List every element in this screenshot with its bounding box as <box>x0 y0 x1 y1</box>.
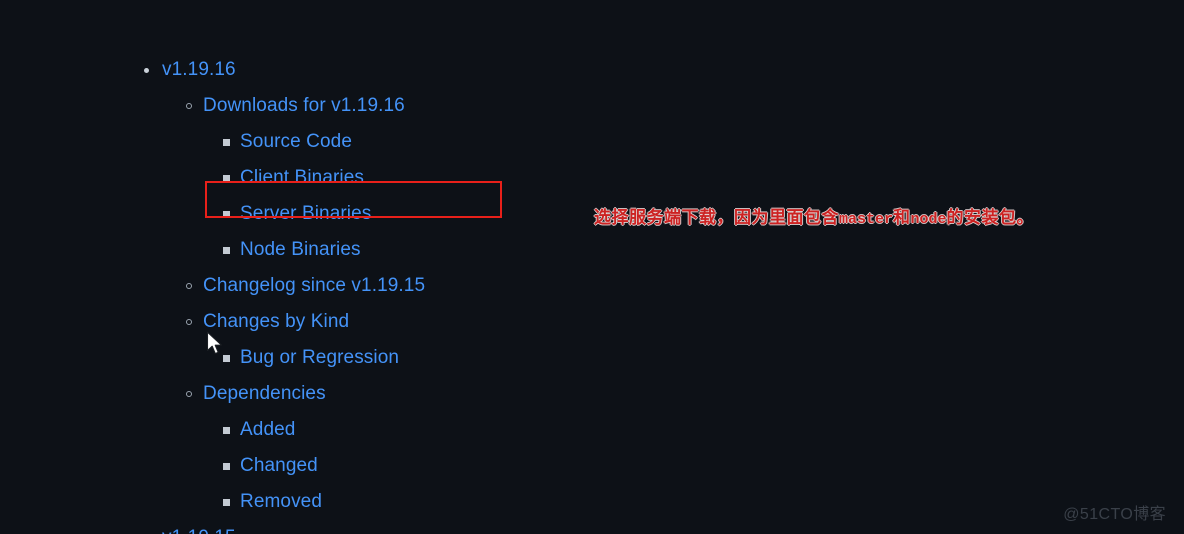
toc-item-removed[interactable]: Removed <box>0 484 560 520</box>
toc-item-label: Source Code <box>240 131 353 152</box>
toc-item-node-binaries[interactable]: Node Binaries <box>0 232 560 268</box>
circle-bullet-icon <box>186 319 192 325</box>
watermark: @51CTO博客 <box>1063 506 1166 523</box>
toc-item-label: v1.19.16 <box>162 59 236 80</box>
toc-item-bug-or-regression[interactable]: Bug or Regression <box>0 340 560 376</box>
square-bullet-icon <box>223 355 230 362</box>
square-bullet-icon <box>223 463 230 470</box>
annotation-part-2: 和 <box>893 208 911 227</box>
square-bullet-icon <box>223 247 230 254</box>
annotation-part-1: 选择服务端下载，因为里面包含 <box>594 208 839 227</box>
toc-item-label: Node Binaries <box>240 239 361 260</box>
circle-bullet-icon <box>186 283 192 289</box>
annotation-part-3: 的安装包。 <box>946 208 1035 227</box>
toc-item-label: Changes by Kind <box>203 311 350 332</box>
toc-item-label: Changed <box>240 455 318 476</box>
page-root: v1.19.16 Downloads for v1.19.16 Source C… <box>0 0 1184 534</box>
toc-item-label: Dependencies <box>203 383 326 404</box>
toc-item-label: Server Binaries <box>240 203 372 224</box>
toc-item-changelog-since-v1-19-15[interactable]: Changelog since v1.19.15 <box>0 268 560 304</box>
square-bullet-icon <box>223 211 230 218</box>
square-bullet-icon <box>223 139 230 146</box>
toc-item-label: Client Binaries <box>240 167 364 188</box>
toc-item-client-binaries[interactable]: Client Binaries <box>0 160 560 196</box>
toc-item-source-code[interactable]: Source Code <box>0 124 560 160</box>
square-bullet-icon <box>223 427 230 434</box>
toc-item-server-binaries[interactable]: Server Binaries <box>0 196 560 232</box>
toc-item-downloads-v1-19-16[interactable]: Downloads for v1.19.16 <box>0 88 560 124</box>
table-of-contents: v1.19.16 Downloads for v1.19.16 Source C… <box>0 0 560 534</box>
toc-item-label: Bug or Regression <box>240 347 400 368</box>
circle-bullet-icon <box>186 391 192 397</box>
toc-item-label: Downloads for v1.19.16 <box>203 95 405 116</box>
toc-item-label: Added <box>240 419 296 440</box>
toc-item-v1-19-16[interactable]: v1.19.16 <box>0 52 560 88</box>
toc-item-dependencies[interactable]: Dependencies <box>0 376 560 412</box>
square-bullet-icon <box>223 175 230 182</box>
arrow-pointer-cursor-icon <box>206 331 222 355</box>
disc-bullet-icon <box>144 68 149 73</box>
annotation-text: 选择服务端下载，因为里面包含master和node的安装包。 <box>594 203 1034 228</box>
toc-item-label: Changelog since v1.19.15 <box>203 275 426 296</box>
toc-item-v1-19-15[interactable]: v1.19.15 <box>0 520 560 534</box>
annotation-code-node: node <box>910 211 947 228</box>
toc-item-label: Removed <box>240 491 323 512</box>
toc-item-label: v1.19.15 <box>162 527 236 534</box>
annotation-code-master: master <box>839 211 894 228</box>
toc-item-added[interactable]: Added <box>0 412 560 448</box>
circle-bullet-icon <box>186 103 192 109</box>
toc-item-changes-by-kind[interactable]: Changes by Kind <box>0 304 560 340</box>
square-bullet-icon <box>223 499 230 506</box>
toc-item-changed[interactable]: Changed <box>0 448 560 484</box>
